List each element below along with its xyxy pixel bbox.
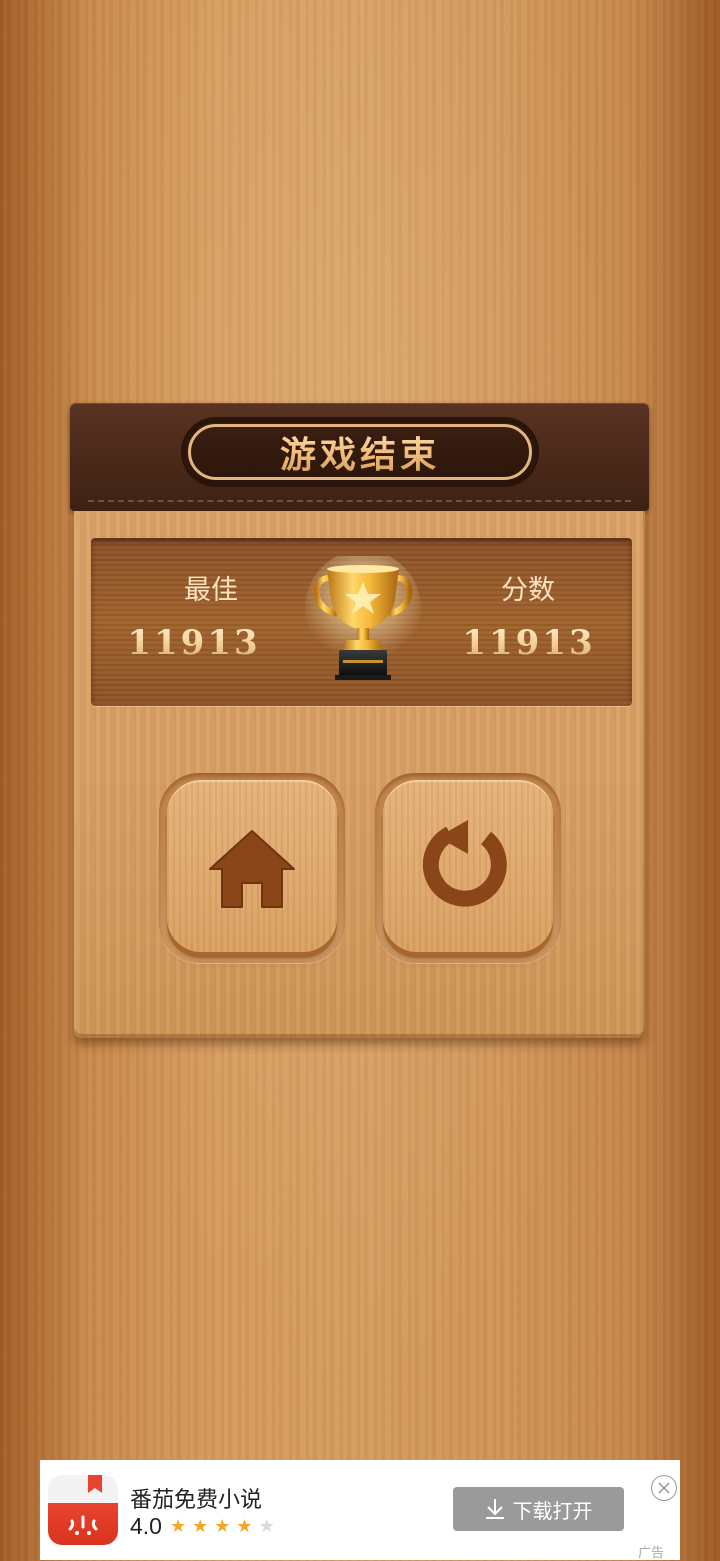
- best-label: 最佳: [184, 575, 238, 606]
- tomato-icon: [68, 1515, 98, 1535]
- home-icon: [209, 830, 295, 908]
- home-button[interactable]: [167, 780, 337, 952]
- best-value: 11913: [104, 623, 284, 663]
- app-icon[interactable]: [48, 1475, 118, 1545]
- score-board: 最佳 11913 分数 11913: [91, 538, 632, 706]
- ad-app-name: 番茄免费小说: [130, 1487, 263, 1512]
- download-open-label: 下载打开: [512, 1500, 593, 1523]
- restart-icon: [422, 820, 507, 907]
- title-plaque-inner: 游戏结束: [188, 424, 532, 480]
- home-button-frame: [159, 773, 345, 963]
- ad-banner[interactable]: 番茄免费小说 4.0 ★ ★ ★ ★ ★ 下载打开 广告: [40, 1460, 680, 1560]
- star-filled-icon: ★: [192, 1516, 209, 1537]
- rating-stars: ★ ★ ★ ★ ★: [170, 1514, 275, 1540]
- star-filled-icon: ★: [236, 1516, 253, 1537]
- trophy-icon: [305, 556, 421, 680]
- game-over-dialog: 游戏结束 最佳 11913 分数 11913: [70, 403, 649, 1038]
- score-value: 11913: [439, 623, 619, 663]
- download-icon: [485, 1499, 504, 1519]
- restart-button-frame: [375, 773, 561, 963]
- ad-rating: 4.0: [130, 1513, 162, 1539]
- close-icon: [658, 1482, 670, 1494]
- header-stitching: [88, 500, 631, 502]
- ad-tag: 广告: [638, 1545, 665, 1560]
- ad-close-button[interactable]: [651, 1475, 677, 1501]
- dialog-title: 游戏结束: [280, 426, 440, 478]
- dialog-body: 最佳 11913 分数 11913: [74, 511, 645, 1038]
- dialog-header: 游戏结束: [70, 403, 649, 511]
- star-empty-icon: ★: [258, 1516, 275, 1537]
- star-filled-icon: ★: [170, 1516, 187, 1537]
- bookmark-icon: [88, 1475, 102, 1493]
- download-open-button[interactable]: 下载打开: [453, 1487, 624, 1531]
- score-label: 分数: [501, 575, 555, 606]
- title-plaque: 游戏结束: [184, 420, 536, 484]
- restart-button[interactable]: [383, 780, 553, 952]
- star-filled-icon: ★: [214, 1516, 231, 1537]
